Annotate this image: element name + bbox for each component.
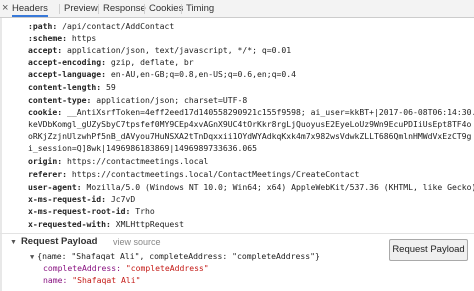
request-payload-title: Request Payload bbox=[20, 236, 98, 247]
header-key: content-type: bbox=[28, 95, 92, 105]
tab-separator bbox=[59, 4, 60, 14]
header-key: accept: bbox=[28, 45, 63, 55]
property-key: name: bbox=[43, 275, 68, 285]
close-icon[interactable]: × bbox=[2, 2, 11, 14]
header-value: application/json, text/javascript, */*; … bbox=[67, 45, 292, 55]
expand-triangle-icon[interactable]: ▼ bbox=[10, 237, 17, 249]
header-value: __AntiXsrfToken=4eff2eed17d140558290921c… bbox=[67, 107, 474, 117]
header-value: XMLHttpRequest bbox=[115, 219, 184, 229]
header-value: gzip, deflate, br bbox=[110, 57, 194, 67]
header-row: referer: https://contactmeetings.local/C… bbox=[28, 169, 359, 179]
tab-headers[interactable]: Headers bbox=[12, 0, 48, 17]
header-value: /api/contact/AddContact bbox=[62, 21, 175, 31]
header-key: cookie: bbox=[28, 107, 63, 117]
tab-separator bbox=[144, 4, 145, 14]
header-value: application/json; charset=UTF-8 bbox=[96, 95, 248, 105]
header-row-continued: keVDbKomgl_gUZySbyC7tpsfef0MY9CEp4xvAGnX… bbox=[28, 119, 471, 129]
header-key: :scheme: bbox=[28, 33, 67, 43]
tab-response[interactable]: Response bbox=[103, 0, 146, 17]
header-key: accept-encoding: bbox=[28, 57, 106, 67]
tab-separator bbox=[98, 4, 99, 14]
tab-cookies[interactable]: Cookies bbox=[149, 0, 183, 17]
header-row: accept: application/json, text/javascrip… bbox=[28, 45, 291, 55]
header-key: origin: bbox=[28, 156, 63, 166]
payload-property: name: "Shafaqat Ali" bbox=[43, 275, 140, 285]
header-row: x-requested-with: XMLHttpRequest bbox=[28, 219, 184, 229]
header-row: cookie: __AntiXsrfToken=4eff2eed17d14055… bbox=[28, 107, 474, 117]
header-value: i_session=Q]8wk|1496986183869|1496989733… bbox=[28, 143, 258, 153]
header-key: :path: bbox=[28, 21, 58, 31]
header-row: :path: /api/contact/AddContact bbox=[28, 21, 174, 31]
payload-object-summary[interactable]: ▼ {name: "Shafaqat Ali", completeAddress:… bbox=[30, 251, 320, 262]
view-source-link[interactable]: view source bbox=[113, 236, 161, 248]
header-key: x-requested-with: bbox=[28, 219, 111, 229]
header-value: Jc7vD bbox=[110, 194, 136, 204]
header-value: en-AU,en-GB;q=0.8,en-US;q=0.6,en;q=0.4 bbox=[110, 69, 297, 79]
tab-separator bbox=[181, 4, 182, 14]
header-value: Trho bbox=[135, 206, 155, 216]
header-value: keVDbKomgl_gUZySbyC7tpsfef0MY9CEp4xvAGnX… bbox=[28, 119, 472, 129]
header-row: accept-language: en-AU,en-GB;q=0.8,en-US… bbox=[28, 69, 296, 79]
header-key: accept-language: bbox=[28, 69, 106, 79]
header-row: :scheme: https bbox=[28, 33, 96, 43]
header-row-continued: oRKjZzjnUlzwhPf5nB_dAVyou7HuNSXA2tTnDqxx… bbox=[28, 131, 471, 141]
header-row: origin: https://contactmeetings.local bbox=[28, 156, 208, 166]
tab-timing[interactable]: Timing bbox=[186, 0, 214, 17]
header-value: https bbox=[71, 33, 97, 43]
header-value: oRKjZzjnUlzwhPf5nB_dAVyou7HuNSXA2tTnDqxx… bbox=[28, 131, 472, 141]
header-key: content-length: bbox=[28, 82, 102, 92]
header-value: https://contactmeetings.local/ContactMee… bbox=[71, 169, 360, 179]
header-key: referer: bbox=[28, 169, 67, 179]
expand-triangle-icon[interactable]: ▼ bbox=[30, 253, 34, 261]
panel-edge bbox=[0, 18, 2, 291]
header-row: content-type: application/json; charset=… bbox=[28, 95, 247, 105]
header-value: Mozilla/5.0 (Windows NT 10.0; Win64; x64… bbox=[86, 182, 474, 192]
header-row-continued: i_session=Q]8wk|1496986183869|1496989733… bbox=[28, 143, 257, 153]
header-key: x-ms-request-id: bbox=[28, 194, 106, 204]
header-row: user-agent: Mozilla/5.0 (Windows NT 10.0… bbox=[28, 182, 474, 192]
property-key: completeAddress: bbox=[43, 263, 121, 273]
property-value: "Shafaqat Ali" bbox=[72, 275, 141, 285]
property-value: "completeAddress" bbox=[125, 263, 209, 273]
header-row: accept-encoding: gzip, deflate, br bbox=[28, 57, 194, 67]
header-key: user-agent: bbox=[28, 182, 82, 192]
payload-summary-text: {name: "Shafaqat Ali", completeAddress: … bbox=[37, 251, 320, 261]
tab-bar: × Headers Preview Response Cookies Timin… bbox=[0, 0, 474, 18]
section-divider bbox=[0, 233, 474, 234]
header-value: https://contactmeetings.local bbox=[67, 156, 209, 166]
tab-preview[interactable]: Preview bbox=[64, 0, 98, 17]
payload-property: completeAddress: "completeAddress" bbox=[43, 263, 209, 273]
request-payload-button[interactable]: Request Payload bbox=[389, 239, 468, 261]
header-row: content-length: 59 bbox=[28, 82, 116, 92]
header-key: x-ms-request-root-id: bbox=[28, 206, 131, 216]
header-row: x-ms-request-root-id: Trho bbox=[28, 206, 155, 216]
header-value: 59 bbox=[105, 82, 116, 92]
header-row: x-ms-request-id: Jc7vD bbox=[28, 194, 135, 204]
request-payload-section-header[interactable]: ▼ Request Payload bbox=[10, 236, 98, 248]
